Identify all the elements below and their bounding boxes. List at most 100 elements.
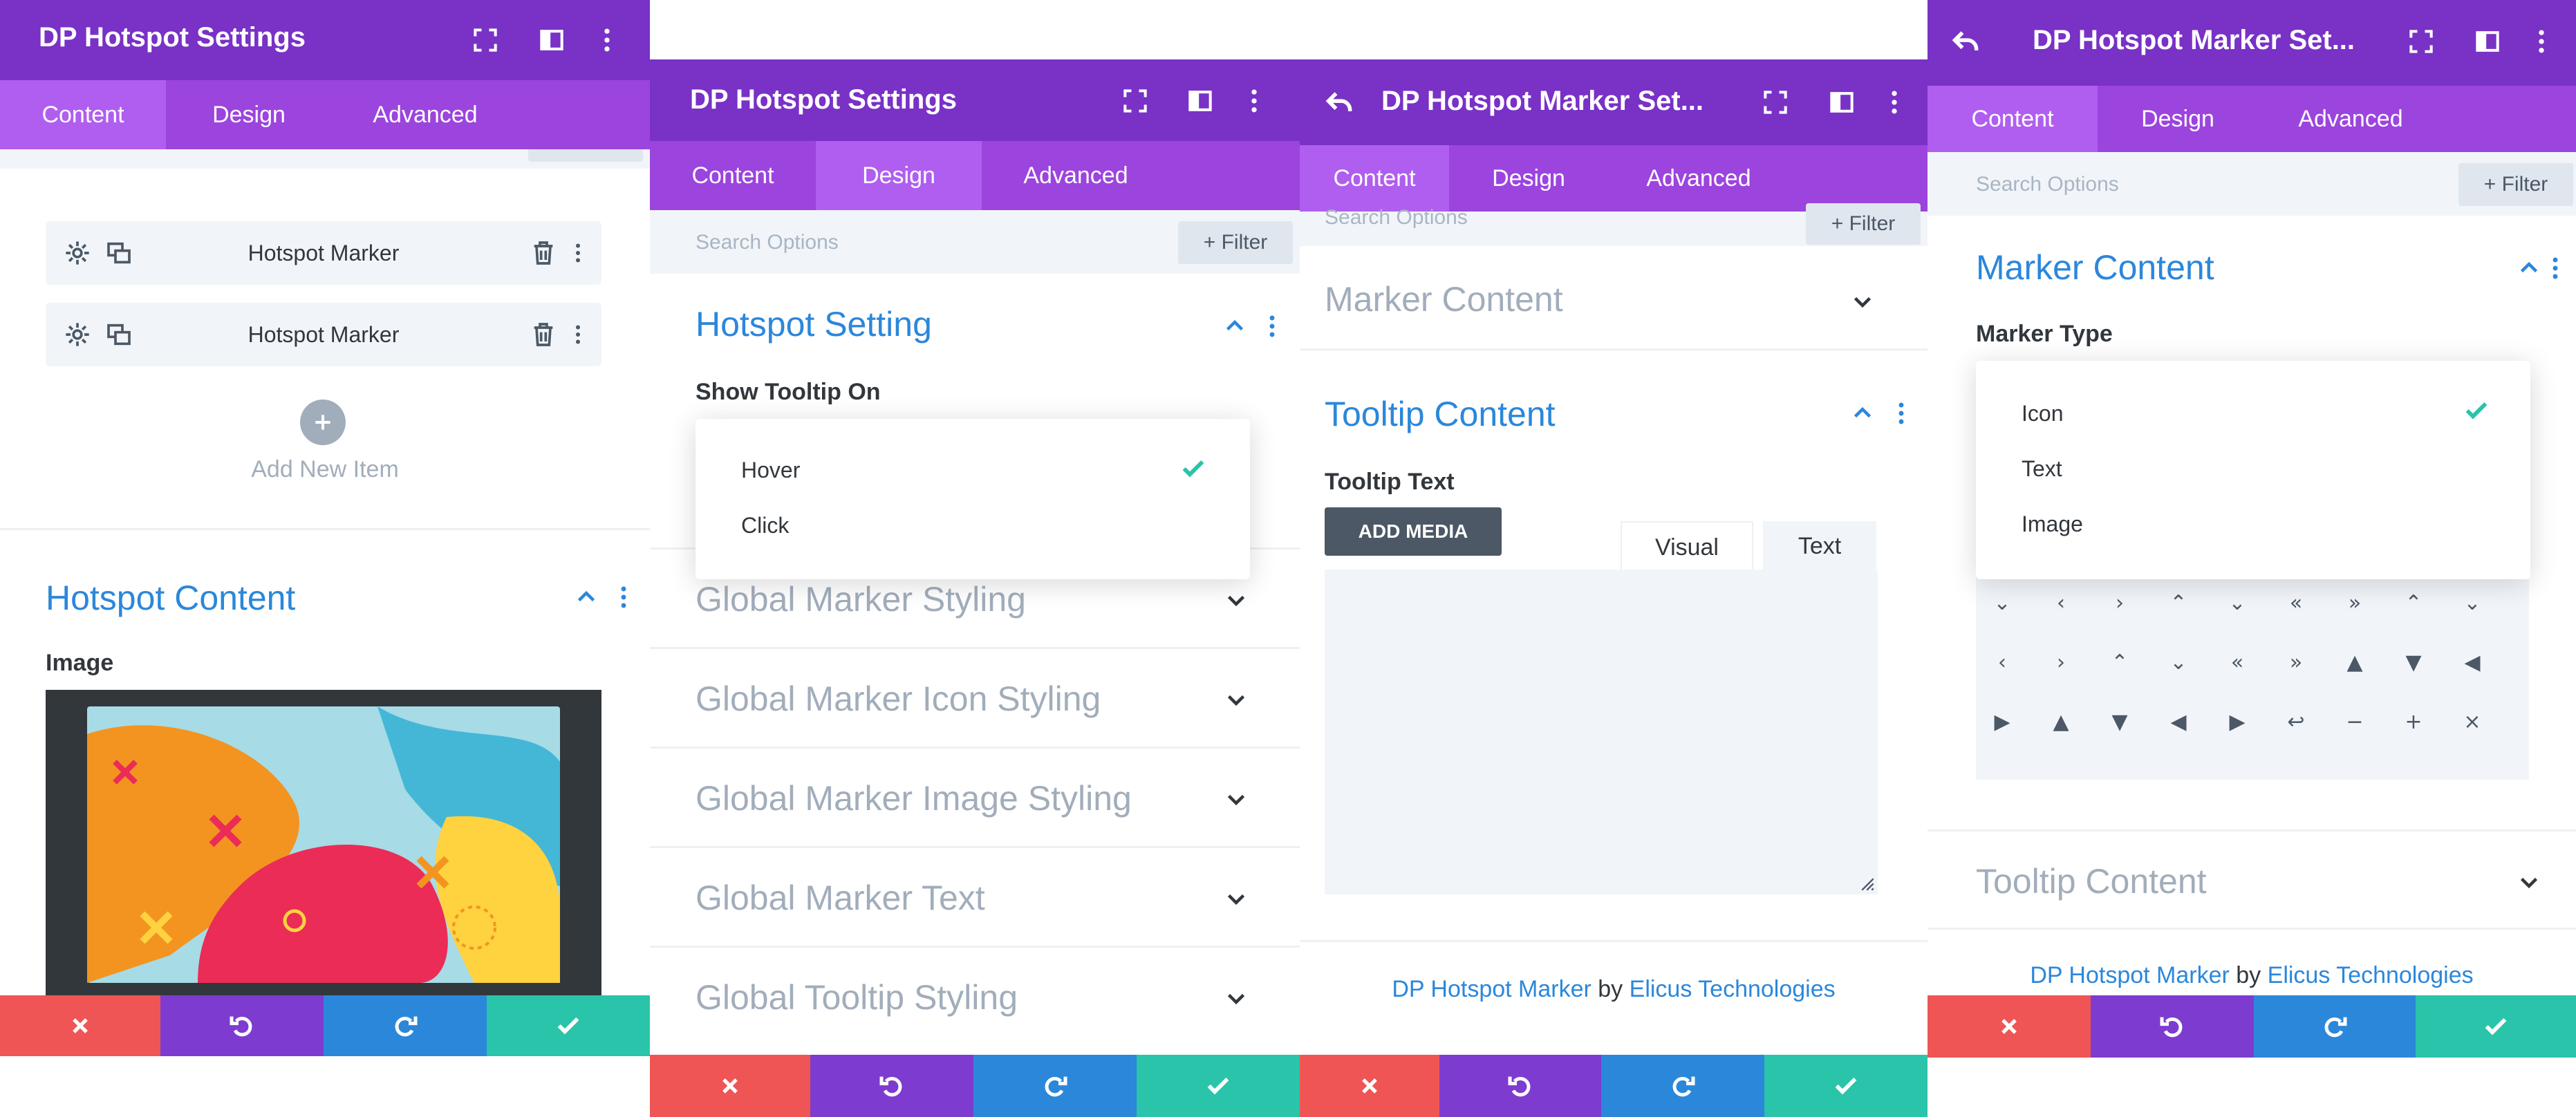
chevron-up-icon[interactable] [1222,314,1247,339]
minus-icon[interactable]: − [2341,708,2369,735]
trash-icon[interactable] [530,321,557,348]
image-upload-field[interactable] [46,690,601,995]
dropdown-option[interactable]: Image [2022,511,2083,537]
double-chevron-right-icon[interactable]: » [2341,589,2369,617]
tooltip-trigger-dropdown[interactable]: Hover Click [696,419,1250,579]
circle-double-down-icon[interactable]: ⌄ [2165,648,2192,676]
undo-button[interactable] [2091,995,2254,1058]
circle-triangle-up-icon[interactable]: ▲ [2047,708,2075,735]
section-title[interactable]: Hotspot Setting [696,304,932,344]
dropdown-option[interactable]: Text [2022,456,2062,482]
fullscreen-icon[interactable] [2406,26,2436,57]
fullscreen-icon[interactable] [1120,86,1150,116]
triangle-left-icon[interactable]: ◀ [2458,648,2486,676]
search-input[interactable]: Search Options [1325,206,1468,229]
tab-advanced[interactable]: Advanced [332,80,519,149]
circle-chevron-down-icon[interactable]: ⌄ [2458,589,2486,617]
tab-design[interactable]: Design [1449,145,1608,212]
tab-design[interactable]: Design [166,80,332,149]
more-options-icon[interactable] [1239,86,1269,116]
circle-chevron-left-icon[interactable]: ‹ [1988,648,2016,676]
back-arrow-icon[interactable] [1951,26,1981,57]
plus-icon[interactable]: + [2400,708,2427,735]
tab-visual[interactable]: Visual [1621,521,1753,571]
more-options-icon[interactable] [566,321,590,348]
circle-triangle-right-icon[interactable]: ▶ [2223,708,2251,735]
chevron-down-icon[interactable] [2517,870,2541,894]
tab-content[interactable]: Content [1300,145,1449,212]
tab-design[interactable]: Design [816,141,982,210]
circle-double-right-icon[interactable]: » [2282,648,2310,676]
collapsed-section-title[interactable]: Tooltip Content [1976,861,2207,901]
double-chevron-up-icon[interactable]: ⌃ [2165,589,2192,617]
double-chevron-down-icon[interactable]: ⌄ [2223,589,2251,617]
collapsed-section-title[interactable]: Global Marker Text [696,878,985,918]
chevron-right-icon[interactable]: › [2106,589,2134,617]
collapsed-section-title[interactable]: Global Marker Styling [696,579,1026,619]
redo-button[interactable] [324,995,487,1056]
circle-chevron-up-icon[interactable]: ⌃ [2400,589,2427,617]
company-link[interactable]: Elicus Technologies [1630,976,1836,1002]
more-options-icon[interactable] [592,25,622,55]
tab-advanced[interactable]: Advanced [982,141,1170,210]
more-options-icon[interactable] [2526,26,2557,57]
section-title[interactable]: Marker Content [1976,247,2214,288]
collapsed-section-title[interactable]: Marker Content [1325,279,1563,319]
trash-icon[interactable] [530,239,557,267]
undo-button[interactable] [160,995,324,1056]
more-options-icon[interactable] [566,239,590,267]
split-view-icon[interactable] [2472,26,2503,57]
dropdown-option[interactable]: Click [741,513,789,538]
fullscreen-icon[interactable] [1760,87,1791,118]
company-link[interactable]: Elicus Technologies [2268,962,2474,988]
split-view-icon[interactable] [1827,87,1857,118]
search-input[interactable]: Search Options [1976,173,2119,196]
tab-content[interactable]: Content [650,141,816,210]
search-input[interactable]: Search Options [696,231,839,254]
split-view-icon[interactable] [536,25,567,55]
add-item-button[interactable] [300,400,346,445]
tab-content[interactable]: Content [1928,86,2098,152]
undo-button[interactable] [1439,1055,1601,1117]
triangle-right-icon[interactable]: ▶ [1988,708,2016,735]
section-title[interactable]: Hotspot Content [46,578,295,618]
section-title[interactable]: Tooltip Content [1325,394,1556,434]
close-x-icon[interactable]: × [2458,708,2486,735]
collapsed-section-title[interactable]: Global Marker Image Styling [696,778,1132,818]
save-button[interactable] [487,995,650,1056]
chevron-up-icon[interactable] [574,585,599,610]
chevron-down-icon[interactable] [1224,687,1249,712]
circle-triangle-left-icon[interactable]: ◀ [2165,708,2192,735]
filter-button[interactable]: + Filter [1806,203,1921,245]
chevron-up-icon[interactable] [2517,256,2541,281]
chevron-down-icon[interactable] [1224,588,1249,612]
circle-chevron-right-icon[interactable]: › [2047,648,2075,676]
chevron-down-icon[interactable] [1224,886,1249,911]
filter-button[interactable]: + Filter [2458,163,2573,206]
undo-arrow-icon[interactable]: ↩ [2282,708,2310,735]
marker-type-dropdown[interactable]: Icon Text Image [1976,361,2530,579]
product-link[interactable]: DP Hotspot Marker [2030,962,2229,988]
resize-handle-icon[interactable] [1856,872,1875,892]
chevron-down-icon[interactable] [1224,787,1249,811]
discard-button[interactable] [650,1055,810,1117]
section-options-icon[interactable] [2551,253,2559,283]
chevron-up-icon[interactable] [1850,401,1875,426]
discard-button[interactable] [1928,995,2091,1058]
tab-advanced[interactable]: Advanced [1608,145,1789,212]
save-button[interactable] [1764,1055,1928,1117]
split-view-icon[interactable] [1185,86,1215,116]
filter-button[interactable]: + Filter [1178,221,1293,264]
circle-double-left-icon[interactable]: « [2223,648,2251,676]
collapsed-section-title[interactable]: Global Marker Icon Styling [696,679,1101,719]
add-new-item-link[interactable]: Add New Item [0,456,650,483]
discard-button[interactable] [0,995,160,1056]
triangle-down-icon[interactable]: ▼ [2400,648,2427,676]
section-options-icon[interactable] [619,582,628,612]
chevron-down-icon[interactable] [1224,986,1249,1011]
list-item[interactable]: Hotspot Marker [46,221,601,285]
add-media-button[interactable]: ADD MEDIA [1325,507,1502,556]
save-button[interactable] [2416,995,2576,1058]
dropdown-option[interactable]: Hover [741,458,800,483]
list-item[interactable]: Hotspot Marker [46,303,601,366]
